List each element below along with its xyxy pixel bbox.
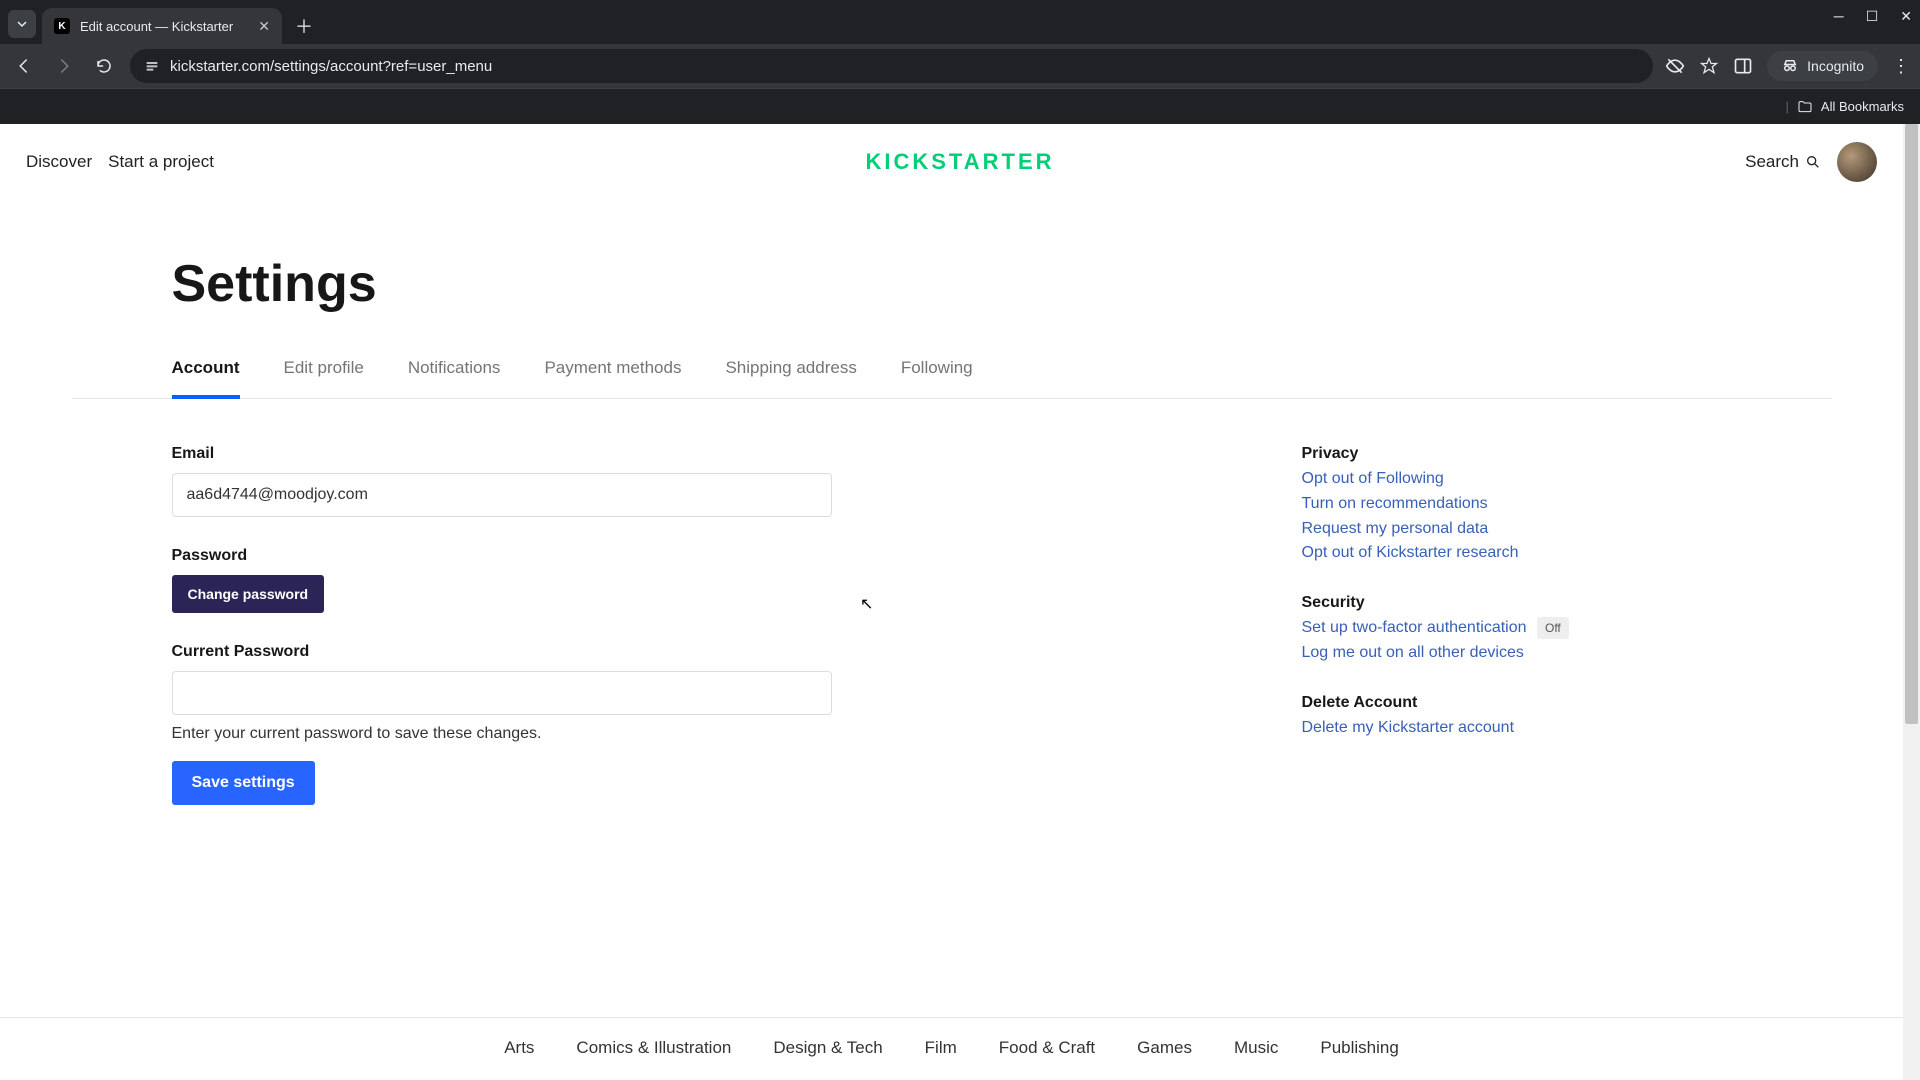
divider: |: [1786, 99, 1789, 114]
link-logout-all[interactable]: Log me out on all other devices: [1302, 641, 1732, 666]
scrollbar-track[interactable]: [1903, 124, 1920, 1080]
tab-following[interactable]: Following: [901, 358, 973, 398]
maximize-icon[interactable]: ☐: [1866, 8, 1879, 25]
address-bar[interactable]: kickstarter.com/settings/account?ref=use…: [130, 49, 1653, 83]
link-delete-account[interactable]: Delete my Kickstarter account: [1302, 716, 1732, 741]
cat-comics[interactable]: Comics & Illustration: [576, 1038, 731, 1058]
forward-button[interactable]: [50, 52, 78, 80]
footer-categories: Arts Comics & Illustration Design & Tech…: [0, 1017, 1903, 1080]
email-label: Email: [172, 445, 832, 463]
link-request-data[interactable]: Request my personal data: [1302, 517, 1732, 542]
current-password-help: Enter your current password to save thes…: [172, 725, 832, 743]
cat-arts[interactable]: Arts: [504, 1038, 534, 1058]
eye-off-icon[interactable]: [1665, 56, 1685, 76]
cat-games[interactable]: Games: [1137, 1038, 1192, 1058]
bookmarks-bar: | All Bookmarks: [0, 88, 1920, 124]
settings-tabs: Account Edit profile Notifications Payme…: [72, 358, 1832, 399]
folder-icon: [1797, 99, 1813, 115]
search-icon: [1805, 154, 1821, 170]
tab-account[interactable]: Account: [172, 358, 240, 398]
scrollbar-thumb[interactable]: [1905, 124, 1918, 724]
search-label: Search: [1745, 152, 1799, 172]
security-heading: Security: [1302, 594, 1732, 612]
bookmark-star-icon[interactable]: [1699, 56, 1719, 76]
close-tab-icon[interactable]: ✕: [258, 18, 270, 35]
nav-discover[interactable]: Discover: [26, 152, 92, 172]
link-opt-out-research[interactable]: Opt out of Kickstarter research: [1302, 541, 1732, 566]
cat-film[interactable]: Film: [925, 1038, 957, 1058]
close-window-icon[interactable]: ✕: [1900, 8, 1912, 25]
tab-search-button[interactable]: [8, 10, 36, 38]
browser-toolbar: kickstarter.com/settings/account?ref=use…: [0, 44, 1920, 88]
nav-start-project[interactable]: Start a project: [108, 152, 214, 172]
link-two-factor[interactable]: Set up two-factor authentication Off: [1302, 616, 1732, 641]
page: Discover Start a project KICKSTARTER Sea…: [0, 124, 1920, 1080]
link-turn-on-recommend[interactable]: Turn on recommendations: [1302, 492, 1732, 517]
brand-text: KICKSTARTER: [865, 149, 1054, 174]
tab-notifications[interactable]: Notifications: [408, 358, 501, 398]
avatar[interactable]: [1837, 142, 1877, 182]
tab-shipping-address[interactable]: Shipping address: [725, 358, 856, 398]
tab-strip: K Edit account — Kickstarter ✕ ＋ ─ ☐ ✕: [0, 0, 1920, 44]
search-link[interactable]: Search: [1745, 152, 1821, 172]
site-header: Discover Start a project KICKSTARTER Sea…: [0, 124, 1903, 200]
brand-logo[interactable]: KICKSTARTER: [865, 149, 1054, 175]
link-opt-out-following[interactable]: Opt out of Following: [1302, 467, 1732, 492]
save-settings-button[interactable]: Save settings: [172, 761, 315, 805]
viewport: Discover Start a project KICKSTARTER Sea…: [0, 124, 1920, 1080]
two-factor-label: Set up two-factor authentication: [1302, 619, 1527, 636]
browser-chrome: K Edit account — Kickstarter ✕ ＋ ─ ☐ ✕ k…: [0, 0, 1920, 124]
back-button[interactable]: [10, 52, 38, 80]
password-label: Password: [172, 547, 832, 565]
window-controls: ─ ☐ ✕: [1834, 8, 1912, 25]
browser-tab[interactable]: K Edit account — Kickstarter ✕: [42, 8, 282, 44]
email-input[interactable]: [172, 473, 832, 517]
account-sidebar: Privacy Opt out of Following Turn on rec…: [1302, 445, 1732, 805]
all-bookmarks-link[interactable]: All Bookmarks: [1821, 99, 1904, 114]
change-password-button[interactable]: Change password: [172, 575, 325, 613]
delete-heading: Delete Account: [1302, 694, 1732, 712]
favicon-icon: K: [54, 18, 70, 34]
content: Settings Account Edit profile Notificati…: [72, 200, 1832, 805]
url-text: kickstarter.com/settings/account?ref=use…: [170, 58, 492, 75]
reload-button[interactable]: [90, 52, 118, 80]
cat-food-craft[interactable]: Food & Craft: [999, 1038, 1095, 1058]
side-panel-icon[interactable]: [1733, 56, 1753, 76]
site-settings-icon[interactable]: [144, 58, 160, 74]
page-title: Settings: [172, 254, 1732, 314]
account-form: Email Password Change password Current P…: [172, 445, 832, 805]
new-tab-button[interactable]: ＋: [290, 12, 318, 40]
cat-design-tech[interactable]: Design & Tech: [773, 1038, 882, 1058]
tab-payment-methods[interactable]: Payment methods: [544, 358, 681, 398]
tab-title: Edit account — Kickstarter: [80, 19, 248, 34]
toolbar-right: Incognito ⋮: [1665, 51, 1910, 81]
privacy-heading: Privacy: [1302, 445, 1732, 463]
cat-publishing[interactable]: Publishing: [1320, 1038, 1398, 1058]
incognito-label: Incognito: [1807, 58, 1864, 74]
current-password-input[interactable]: [172, 671, 832, 715]
cat-music[interactable]: Music: [1234, 1038, 1278, 1058]
two-factor-badge: Off: [1537, 617, 1569, 640]
incognito-icon: [1781, 57, 1799, 75]
minimize-icon[interactable]: ─: [1834, 8, 1844, 25]
current-password-label: Current Password: [172, 643, 832, 661]
tab-edit-profile[interactable]: Edit profile: [284, 358, 364, 398]
kebab-menu-icon[interactable]: ⋮: [1892, 56, 1910, 77]
incognito-indicator[interactable]: Incognito: [1767, 51, 1878, 81]
